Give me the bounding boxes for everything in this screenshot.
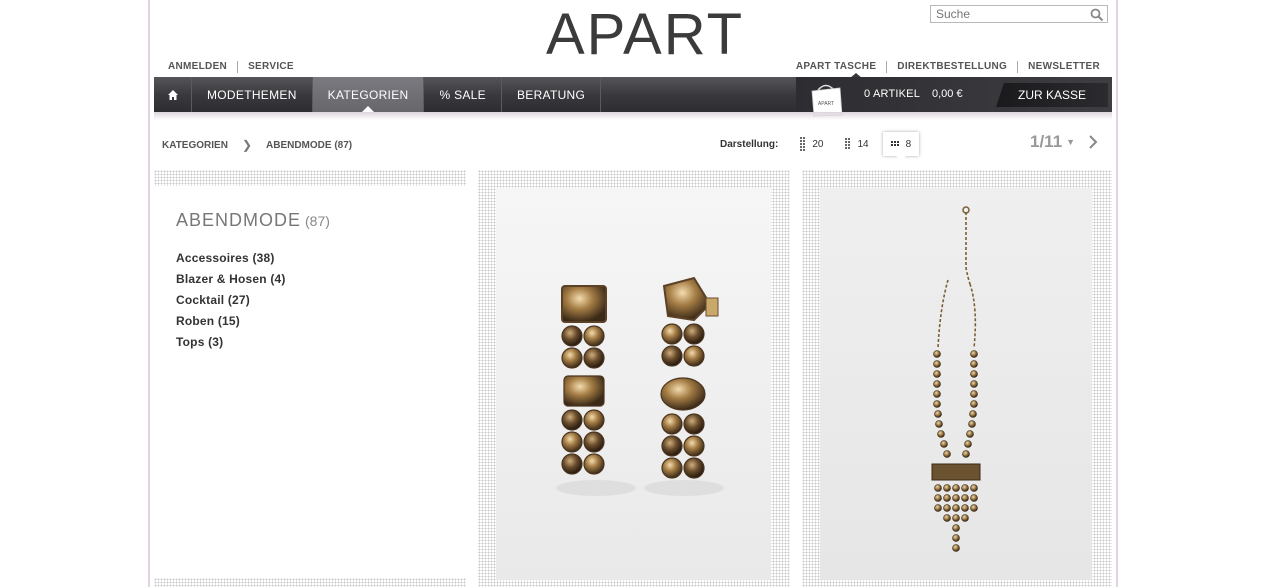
service-link[interactable]: SERVICE bbox=[237, 61, 304, 73]
nav-kategorien[interactable]: KATEGORIEN bbox=[312, 77, 425, 112]
grid-dense-icon bbox=[800, 137, 806, 151]
cart-area: APART 0 ARTIKEL 0,00 € ZUR KASSE bbox=[796, 77, 1112, 117]
view-option-20[interactable]: 20 bbox=[792, 132, 831, 156]
category-item-accessoires[interactable]: Accessoires (38) bbox=[176, 248, 286, 269]
view-option-14[interactable]: 14 bbox=[837, 132, 876, 156]
login-link[interactable]: ANMELDEN bbox=[158, 61, 237, 73]
header-shadow bbox=[154, 112, 1112, 120]
category-title: ABENDMODE (87) bbox=[176, 210, 330, 231]
grid-medium-icon bbox=[845, 138, 851, 149]
cart-item-count[interactable]: 0 ARTIKEL bbox=[864, 88, 920, 100]
search-icon[interactable] bbox=[1090, 8, 1104, 22]
view-option-label: 8 bbox=[905, 138, 912, 150]
category-sidebar: ABENDMODE (87) Accessoires (38) Blazer & … bbox=[154, 170, 466, 587]
view-option-8[interactable]: 8 bbox=[882, 132, 920, 161]
search-box bbox=[930, 5, 1108, 23]
category-item-cocktail[interactable]: Cocktail (27) bbox=[176, 290, 286, 311]
pagination: 1/11 ▼ bbox=[1030, 132, 1099, 152]
sidebar-content: ABENDMODE (87) Accessoires (38) Blazer & … bbox=[154, 186, 466, 578]
top-links-right: APART TASCHE DIREKTBESTELLUNG NEWSLETTER bbox=[786, 61, 1110, 73]
category-title-text: ABENDMODE bbox=[176, 210, 302, 230]
newsletter-link[interactable]: NEWSLETTER bbox=[1017, 61, 1110, 73]
chevron-right-icon: ❯ bbox=[241, 138, 252, 152]
home-button[interactable] bbox=[154, 77, 192, 112]
display-control: Darstellung: 20 14 8 bbox=[720, 132, 925, 161]
cart-total: 0,00 € bbox=[932, 88, 963, 100]
category-title-count: (87) bbox=[305, 213, 330, 229]
svg-text:APART: APART bbox=[818, 101, 834, 107]
product-card bbox=[802, 170, 1112, 587]
top-links-left: ANMELDEN SERVICE bbox=[158, 61, 304, 73]
search-input[interactable] bbox=[931, 6, 1081, 22]
grid-large-icon bbox=[890, 141, 899, 146]
page-dropdown-icon[interactable]: ▼ bbox=[1066, 137, 1075, 147]
direktbestellung-link[interactable]: DIREKTBESTELLUNG bbox=[886, 61, 1017, 73]
view-option-label: 20 bbox=[812, 138, 824, 150]
breadcrumb-kategorien[interactable]: KATEGORIEN bbox=[162, 140, 228, 151]
home-icon bbox=[167, 89, 178, 100]
category-item-blazer-hosen[interactable]: Blazer & Hosen (4) bbox=[176, 269, 286, 290]
nav-sale[interactable]: % SALE bbox=[424, 77, 502, 112]
svg-text:APART: APART bbox=[546, 4, 744, 60]
page-container: APART ANMELDEN SERVICE APART TASCHE DIRE… bbox=[148, 0, 1118, 587]
page-indicator: 1/11 bbox=[1030, 132, 1063, 151]
apart-logo[interactable]: APART bbox=[520, 4, 770, 60]
product-image[interactable] bbox=[496, 188, 771, 580]
category-item-tops[interactable]: Tops (3) bbox=[176, 332, 286, 353]
category-list: Accessoires (38) Blazer & Hosen (4) Cock… bbox=[176, 248, 286, 353]
necklace-image bbox=[820, 188, 1092, 580]
checkout-button[interactable]: ZUR KASSE bbox=[996, 83, 1108, 107]
main-nav: MODETHEMEN KATEGORIEN % SALE BERATUNG AP… bbox=[154, 77, 1112, 117]
view-option-label: 14 bbox=[857, 138, 869, 150]
breadcrumb-current: ABENDMODE (87) bbox=[266, 139, 353, 151]
chevron-right-icon[interactable] bbox=[1087, 134, 1099, 150]
apart-tasche-link[interactable]: APART TASCHE bbox=[786, 61, 886, 73]
breadcrumb: KATEGORIEN ❯ ABENDMODE (87) bbox=[162, 138, 352, 152]
product-image[interactable] bbox=[820, 188, 1092, 580]
display-label: Darstellung: bbox=[720, 138, 779, 150]
nav-modethemen[interactable]: MODETHEMEN bbox=[192, 77, 313, 112]
earrings-image bbox=[496, 188, 771, 580]
product-card bbox=[478, 170, 790, 587]
category-item-roben[interactable]: Roben (15) bbox=[176, 311, 286, 332]
nav-beratung[interactable]: BERATUNG bbox=[502, 77, 602, 112]
